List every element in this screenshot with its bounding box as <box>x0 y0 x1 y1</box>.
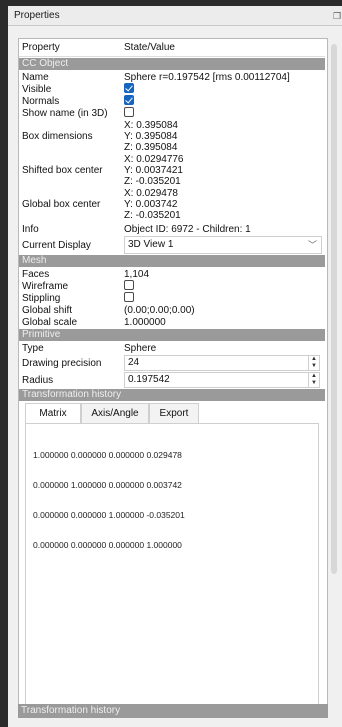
row-faces: Faces 1,104 <box>19 268 325 280</box>
global-scale-label: Global scale <box>22 316 78 328</box>
row-show-name: Show name (in 3D) <box>19 106 325 119</box>
matrix-display[interactable]: 1.000000 0.000000 0.000000 0.029478 0.00… <box>25 423 319 708</box>
vertical-scrollbar[interactable] <box>331 44 337 574</box>
box-dimensions-value: X: 0.395084 Y: 0.395084 Z: 0.395084 <box>124 120 178 153</box>
properties-panel: Property State/Value CC Object Name Sphe… <box>8 26 342 727</box>
row-stippling: Stippling <box>19 291 325 304</box>
drawing-precision-spinbox[interactable]: 24 ▲ ▼ <box>124 355 320 371</box>
section-primitive: Primitive <box>19 329 325 341</box>
spin-arrows-icon[interactable]: ▲ ▼ <box>308 356 319 370</box>
normals-checkbox[interactable] <box>124 94 134 105</box>
tab-axis-angle[interactable]: Axis/Angle <box>81 403 149 423</box>
current-display-value: 3D View 1 <box>128 239 174 250</box>
visible-checkbox[interactable] <box>124 82 134 93</box>
show-name-checkbox[interactable] <box>124 106 134 117</box>
tab-export[interactable]: Export <box>149 403 199 423</box>
row-info: Info Object ID: 6972 - Children: 1 <box>19 223 325 235</box>
row-name[interactable]: Name Sphere r=0.197542 [rms 0.00112704] <box>19 71 325 83</box>
row-normals: Normals <box>19 94 325 107</box>
bottom-transformation-history: Transformation history <box>18 704 328 718</box>
faces-value: 1,104 <box>124 268 150 280</box>
wireframe-checkbox[interactable] <box>124 279 134 290</box>
row-global-shift: Global shift (0.00;0.00;0.00) <box>19 304 325 316</box>
drawing-precision-label: Drawing precision <box>22 357 102 369</box>
radius-spinbox[interactable]: 0.197542 ▲ ▼ <box>124 372 320 388</box>
global-shift-label: Global shift <box>22 304 73 316</box>
section-mesh: Mesh <box>19 255 325 267</box>
drawing-precision-value[interactable]: 24 <box>128 357 139 368</box>
info-value: Object ID: 6972 - Children: 1 <box>124 223 251 235</box>
row-shifted-box-center: Shifted box center X: 0.0294776 Y: 0.003… <box>19 154 325 187</box>
current-display-label: Current Display <box>22 239 91 251</box>
row-global-box-center: Global box center X: 0.029478 Y: 0.00374… <box>19 188 325 221</box>
stippling-checkbox[interactable] <box>124 291 134 302</box>
spin-arrows-icon[interactable]: ▲ ▼ <box>308 373 319 387</box>
section-cc-object: CC Object <box>19 58 325 70</box>
type-value: Sphere <box>124 342 157 354</box>
show-name-label: Show name (in 3D) <box>22 107 108 119</box>
faces-label: Faces <box>22 268 50 280</box>
tab-matrix[interactable]: Matrix <box>25 403 81 424</box>
box-dimensions-label: Box dimensions <box>22 131 93 142</box>
properties-table: Property State/Value CC Object Name Sphe… <box>18 38 328 718</box>
info-label: Info <box>22 223 39 235</box>
shifted-center-label: Shifted box center <box>22 165 103 176</box>
visible-label: Visible <box>22 83 52 95</box>
row-visible: Visible <box>19 82 325 95</box>
matrix-text[interactable]: 1.000000 0.000000 0.000000 0.029478 0.00… <box>33 430 313 550</box>
header-property: Property <box>22 42 60 53</box>
name-label: Name <box>22 71 49 83</box>
radius-label: Radius <box>22 374 54 386</box>
global-shift-value: (0.00;0.00;0.00) <box>124 304 195 316</box>
name-value[interactable]: Sphere r=0.197542 [rms 0.00112704] <box>120 72 325 83</box>
current-display-dropdown[interactable]: 3D View 1 ﹀ <box>124 236 322 254</box>
global-center-value: X: 0.029478 Y: 0.003742 Z: -0.035201 <box>124 188 181 221</box>
window-title: Properties <box>14 10 60 21</box>
header-value: State/Value <box>124 42 175 53</box>
chevron-down-icon: ﹀ <box>307 240 317 250</box>
table-header: Property State/Value <box>19 39 325 57</box>
global-center-label: Global box center <box>22 199 101 210</box>
normals-label: Normals <box>22 95 60 107</box>
stippling-label: Stippling <box>22 292 61 304</box>
radius-value[interactable]: 0.197542 <box>128 374 170 385</box>
row-wireframe: Wireframe <box>19 279 325 292</box>
row-box-dimensions: Box dimensions X: 0.395084 Y: 0.395084 Z… <box>19 120 325 153</box>
wireframe-label: Wireframe <box>22 280 69 292</box>
global-scale-value: 1.000000 <box>124 316 166 328</box>
shifted-center-value: X: 0.0294776 Y: 0.0037421 Z: -0.035201 <box>124 154 184 187</box>
section-transformation-history: Transformation history <box>19 389 325 401</box>
type-label: Type <box>22 342 44 354</box>
row-global-scale: Global scale 1.000000 <box>19 316 325 328</box>
row-type: Type Sphere <box>19 342 325 354</box>
properties-title-bar: Properties ❐ <box>8 6 342 26</box>
float-window-icon[interactable]: ❐ <box>332 6 342 26</box>
